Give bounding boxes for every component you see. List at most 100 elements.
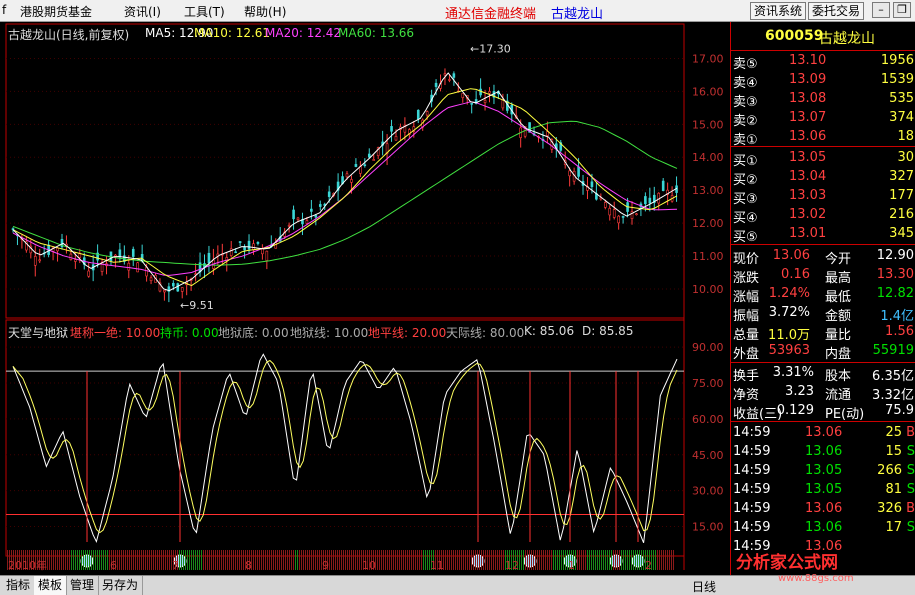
chart-area[interactable]: 17.00 16.00 15.00 14.00 13.00 12.00 11.00 10.00… — [0, 22, 730, 575]
stat-label: 总量 — [733, 328, 760, 343]
strip-bar — [449, 550, 450, 570]
sell-volume: 374 — [889, 110, 914, 125]
strip-bar — [663, 550, 664, 570]
candle-body — [114, 254, 117, 257]
strip-bar — [457, 550, 458, 570]
strip-bar — [465, 550, 466, 570]
strip-bar — [59, 550, 60, 570]
candle-body — [87, 270, 91, 277]
strip-bar — [49, 550, 50, 570]
sell-volume: 18 — [897, 129, 914, 144]
price-pane-border — [5, 23, 685, 319]
stock-name: 古越龙山 — [819, 31, 875, 47]
strip-bar — [539, 550, 540, 570]
minimize-icon[interactable]: – — [872, 2, 890, 18]
strip-bar — [589, 550, 590, 570]
strip-bar — [583, 550, 584, 570]
strip-bar — [603, 550, 604, 570]
tick-volume: 25 — [885, 425, 902, 440]
strip-bar — [357, 550, 358, 570]
candle-body — [644, 196, 647, 205]
sell-row: 卖⑤ 13.10 1956 — [731, 52, 915, 72]
strip-bar — [103, 550, 104, 570]
strip-bar — [393, 550, 394, 570]
strip-bar — [575, 550, 576, 570]
strip-bar — [637, 550, 638, 570]
tab-template[interactable]: 模板 — [34, 576, 68, 595]
sell-volume: 1539 — [880, 72, 914, 87]
strip-bar — [303, 550, 304, 570]
strip-bar — [51, 550, 52, 570]
indicator-item-5: 地平线: 20.00 — [368, 326, 447, 340]
ma60-line — [12, 120, 678, 266]
tick-row: 14:59 13.06 15 S — [731, 443, 915, 462]
period-label[interactable]: 日线 — [692, 578, 716, 595]
candle-body — [131, 248, 135, 257]
tab-save-as[interactable]: 另存为 — [98, 576, 144, 595]
strip-bar — [205, 550, 206, 570]
candle-body — [367, 153, 371, 158]
strip-bar — [193, 550, 194, 570]
menu-item-tools[interactable]: 工具(T) — [184, 3, 225, 20]
stat-row: 振幅 3.72% 金额 1.4亿 — [731, 304, 915, 324]
strip-bar — [543, 550, 544, 570]
watermark-url: www.88gs.com — [778, 573, 854, 584]
fundamental-value: 75.9 — [885, 403, 914, 418]
strip-bar — [203, 550, 204, 570]
strip-bar — [411, 550, 412, 570]
candle-body — [314, 215, 318, 218]
restore-icon[interactable]: ❐ — [893, 2, 911, 18]
strip-bar — [559, 550, 560, 570]
menu-item-help[interactable]: 帮助(H) — [244, 3, 286, 20]
candle-body — [501, 99, 505, 109]
strip-bar — [585, 550, 586, 570]
stat-value: 1.56 — [885, 324, 914, 339]
strip-bar — [123, 550, 124, 570]
sell-label: 卖⑤ — [733, 57, 758, 72]
fundamental-value: 6.35亿 — [872, 369, 914, 384]
strip-bar — [617, 550, 618, 570]
strip-bar — [519, 550, 520, 570]
strip-bar — [461, 550, 462, 570]
strip-bar — [219, 550, 220, 570]
strip-bar — [121, 550, 122, 570]
strip-bar — [491, 550, 492, 570]
info-system-button[interactable]: 资讯系统 — [750, 2, 807, 20]
fundamental-label: 股本 — [825, 369, 852, 384]
menu-item-info[interactable]: 资讯(I) — [124, 3, 161, 20]
tick-row: 14:59 13.05 266 S — [731, 462, 915, 481]
tick-direction: B — [906, 425, 915, 440]
candle-body — [443, 73, 447, 76]
strip-bar — [499, 550, 500, 570]
tick-volume: 17 — [885, 520, 902, 535]
strip-bar — [277, 550, 278, 570]
stat-row: 总量 11.0万 量比 1.56 — [731, 323, 915, 343]
tab-indicator[interactable]: 指标 — [2, 576, 36, 595]
strip-bar — [485, 550, 486, 570]
date-tick-label: 8 — [245, 559, 252, 572]
date-tick-label: 10 — [362, 559, 376, 572]
stat-label: 现价 — [733, 252, 760, 267]
strip-bar — [259, 550, 260, 570]
buy-price: 13.04 — [789, 169, 827, 184]
candle-body — [621, 216, 625, 218]
strip-bar — [163, 550, 164, 570]
strip-bar — [605, 550, 606, 570]
candle-body — [127, 262, 131, 271]
indicator-item-7: K: 85.06 — [524, 324, 575, 338]
sell-row: 卖③ 13.08 535 — [731, 90, 915, 110]
fundamental-label: 收益(三) — [733, 407, 783, 422]
strip-bar — [289, 550, 290, 570]
strip-bar — [281, 550, 282, 570]
stat-label: 涨跌 — [733, 271, 760, 286]
menu-item-partial[interactable]: f — [2, 3, 6, 17]
strip-bar — [477, 550, 478, 570]
stat-value: 1.4亿 — [880, 309, 914, 324]
strip-bar — [391, 550, 392, 570]
tick-time: 14:59 — [733, 501, 771, 516]
tab-manage[interactable]: 管理 — [66, 576, 100, 595]
strip-bar — [217, 550, 218, 570]
trade-entrust-button[interactable]: 委托交易 — [808, 2, 865, 20]
menu-item-hk-futures-funds[interactable]: 港股期货基金 — [20, 3, 92, 20]
strip-bar — [401, 550, 402, 570]
